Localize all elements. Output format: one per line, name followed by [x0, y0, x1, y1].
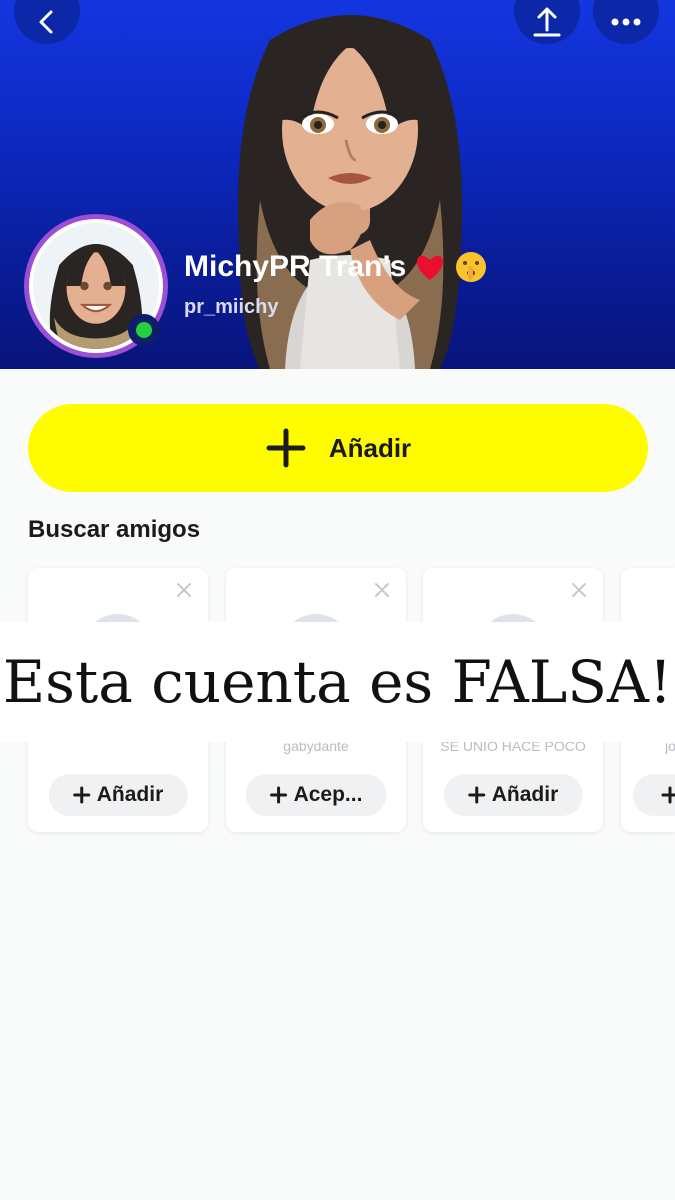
plus-icon: [270, 786, 288, 804]
profile-header: MichyPR Tran’s pr_miichy: [0, 0, 675, 369]
suggestion-button-label: Añadir: [491, 783, 559, 806]
back-button[interactable]: [14, 0, 80, 44]
red-heart-icon: [417, 255, 444, 280]
display-name-text: MichyPR Tran’s: [184, 250, 407, 283]
add-friend-label: Añadir: [328, 432, 412, 463]
close-icon[interactable]: [374, 582, 390, 598]
plus-icon: [266, 428, 306, 468]
close-icon[interactable]: [176, 582, 192, 598]
plus-icon: [73, 786, 91, 804]
more-dots-icon: [611, 18, 641, 26]
online-status-indicator: [128, 314, 160, 346]
more-options-button[interactable]: [593, 0, 659, 44]
plus-icon: [468, 786, 486, 804]
suggestion-button-label: Acep...: [293, 783, 363, 806]
suggestion-add-button[interactable]: [633, 774, 675, 816]
suggestion-accept-button[interactable]: Acep...: [245, 774, 387, 816]
upload-icon: [533, 7, 561, 37]
suggestion-add-button[interactable]: Añadir: [48, 774, 188, 816]
plus-icon: [661, 786, 675, 804]
warning-overlay-banner: Esta cuenta es FALSA!: [0, 622, 675, 742]
add-friend-button[interactable]: Añadir: [28, 404, 648, 492]
share-button[interactable]: [514, 0, 580, 44]
suggestion-add-button[interactable]: Añadir: [443, 774, 583, 816]
close-icon[interactable]: [571, 582, 587, 598]
shushing-face-icon: [456, 252, 487, 282]
chevron-left-icon: [39, 10, 53, 34]
suggestion-button-label: Añadir: [96, 783, 164, 806]
profile-display-name: MichyPR Tran’s: [184, 250, 488, 284]
warning-overlay-text: Esta cuenta es FALSA!: [2, 648, 673, 716]
profile-username: pr_miichy: [184, 296, 279, 318]
find-friends-title: Buscar amigos: [28, 516, 201, 543]
